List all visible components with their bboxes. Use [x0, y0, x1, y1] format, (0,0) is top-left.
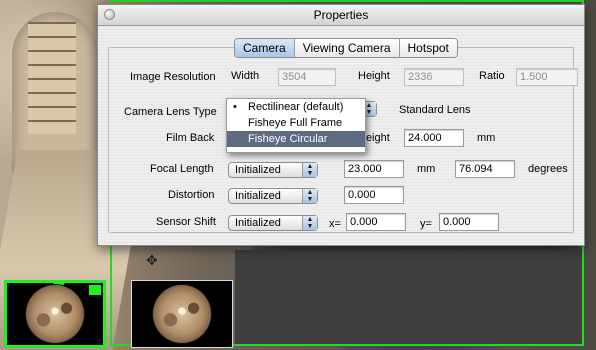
film-back-label: Film Back	[166, 132, 215, 144]
selection-tag	[89, 285, 101, 295]
tab-viewing-camera[interactable]: Viewing Camera	[293, 39, 399, 57]
focal-length-unit: mm	[417, 163, 436, 175]
distortion-field[interactable]: 0.000	[344, 186, 404, 204]
film-height-field[interactable]: 24.000	[404, 129, 464, 147]
menu-item-rectilinear[interactable]: • Rectilinear (default)	[227, 99, 365, 115]
width-label: Width	[231, 70, 260, 82]
tab-hotspot[interactable]: Hotspot	[398, 39, 457, 57]
focal-length-label: Focal Length	[150, 163, 214, 175]
popup-arrows-icon: ▲ ▼	[302, 189, 317, 203]
angle-field[interactable]: 76.094	[455, 160, 515, 178]
tab-bar: Camera Viewing Camera Hotspot	[234, 38, 458, 58]
shift-y-label: y=	[420, 218, 432, 230]
lens-type-menu: • Rectilinear (default) Fisheye Full Fra…	[226, 98, 366, 153]
image-resolution-label: Image Resolution	[130, 71, 216, 83]
sensor-shift-label: Sensor Shift	[156, 216, 216, 228]
distortion-select-value: Initialized	[235, 190, 281, 202]
ratio-field: 1.500	[516, 68, 578, 86]
lens-status: Standard Lens	[399, 104, 471, 116]
popup-arrows-icon: ▲ ▼	[302, 216, 317, 230]
fisheye-image	[26, 285, 84, 343]
film-unit: mm	[477, 132, 496, 144]
title-bar[interactable]: Properties	[98, 5, 584, 26]
wall-shelf	[28, 22, 76, 134]
menu-item-fisheye-circular[interactable]: Fisheye Circular	[227, 131, 365, 147]
menu-item-label: Fisheye Circular	[248, 133, 328, 145]
sensor-shift-select-value: Initialized	[235, 217, 281, 229]
ratio-label: Ratio	[479, 70, 505, 82]
lens-type-label: Camera Lens Type	[124, 106, 217, 118]
close-icon[interactable]	[104, 9, 115, 20]
menu-item-label: Rectilinear (default)	[248, 101, 344, 113]
height-field: 2336	[404, 68, 464, 86]
menu-item-fisheye-full-frame[interactable]: Fisheye Full Frame	[227, 115, 365, 131]
pointer-icon: ✥	[146, 252, 158, 268]
thumbnail-selected[interactable]	[4, 280, 106, 348]
distortion-select[interactable]: Initialized ▲ ▼	[228, 188, 318, 204]
shift-y-field[interactable]: 0.000	[439, 213, 499, 231]
width-field: 3504	[278, 68, 336, 86]
height-label: Height	[358, 70, 390, 82]
window-title: Properties	[313, 8, 369, 22]
tab-camera[interactable]: Camera	[235, 39, 294, 57]
shift-x-field[interactable]: 0.000	[346, 213, 406, 231]
angle-unit: degrees	[528, 163, 568, 175]
thumbnail[interactable]	[131, 280, 233, 348]
checkmark-icon: •	[233, 101, 237, 113]
focal-length-field[interactable]: 23.000	[344, 160, 404, 178]
menu-item-label: Fisheye Full Frame	[248, 117, 343, 129]
distortion-label: Distortion	[168, 189, 215, 201]
popup-arrows-icon: ▲ ▼	[302, 163, 317, 177]
shift-x-label: x=	[329, 218, 341, 230]
fisheye-image	[153, 285, 211, 343]
sensor-shift-select[interactable]: Initialized ▲ ▼	[228, 215, 318, 231]
focal-length-select-value: Initialized	[235, 164, 281, 176]
focal-length-select[interactable]: Initialized ▲ ▼	[228, 162, 318, 178]
